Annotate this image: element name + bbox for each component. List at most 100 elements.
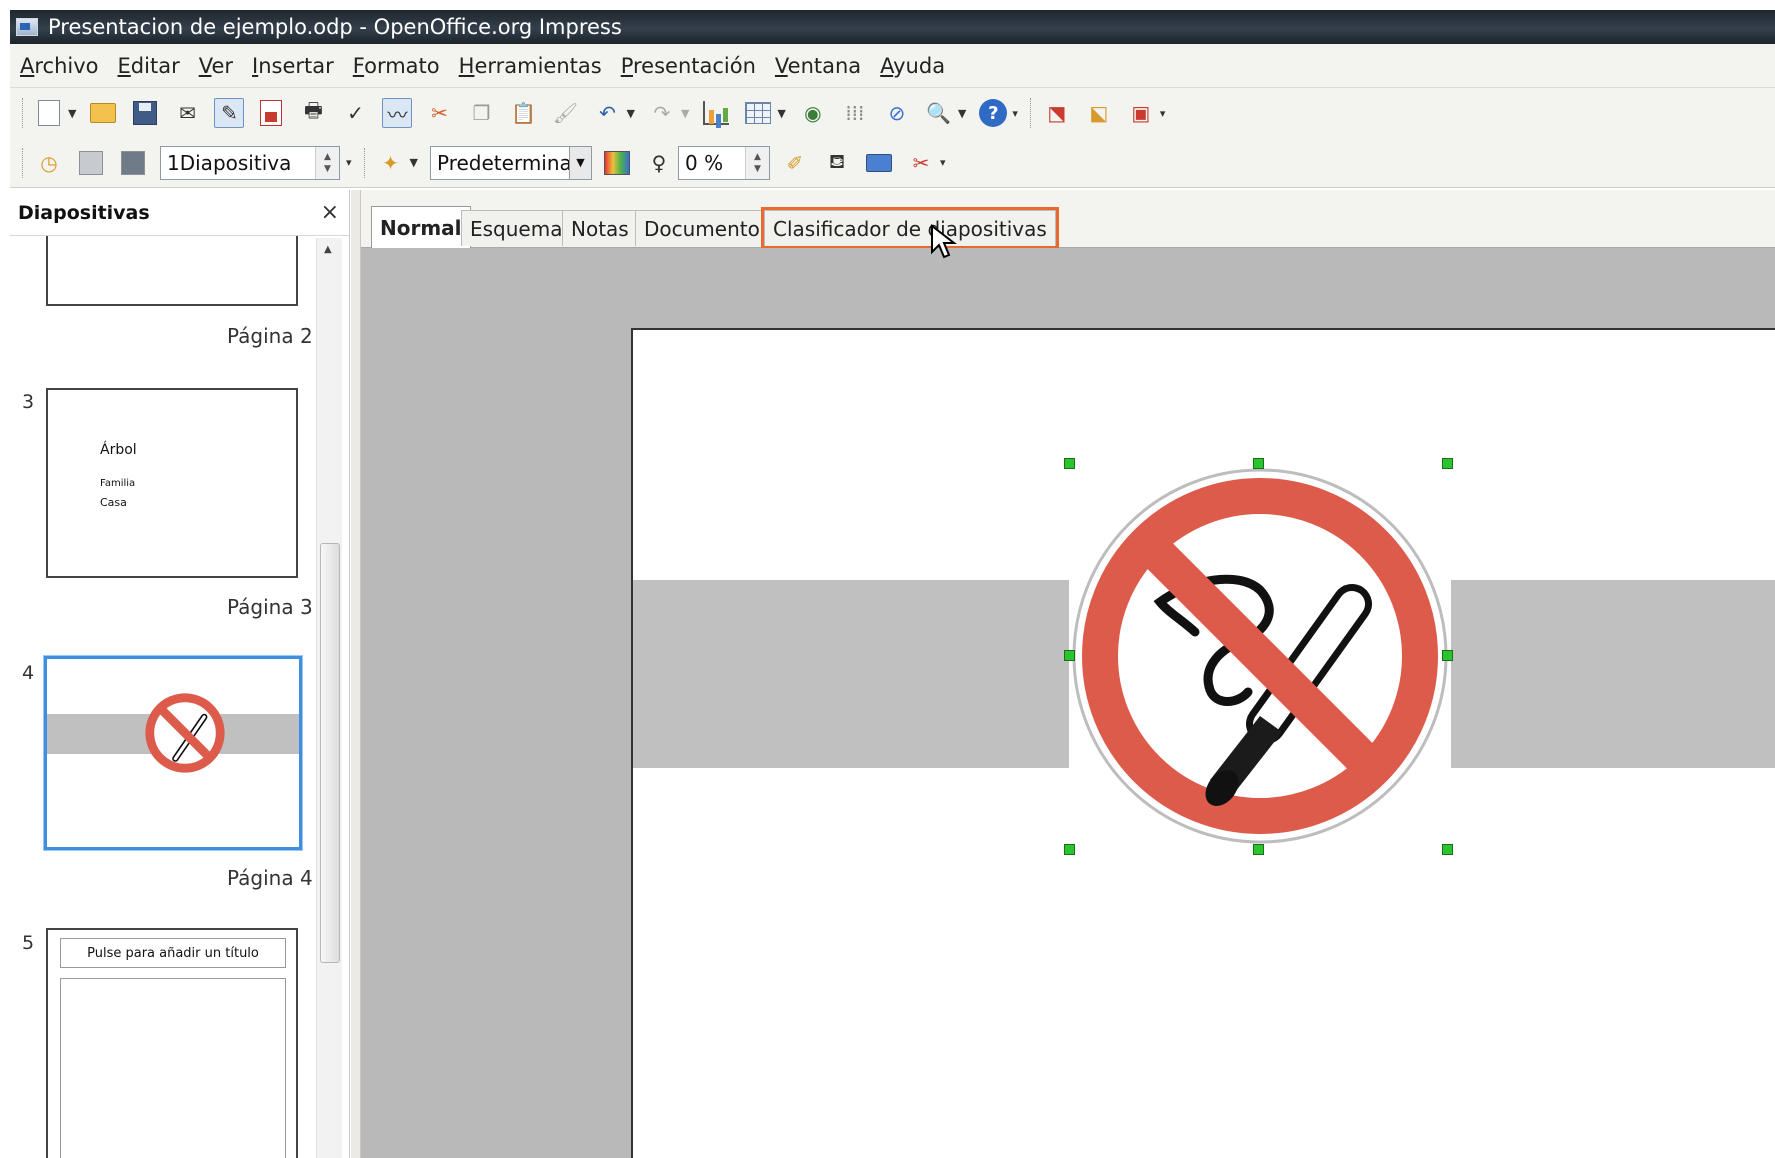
- zoom-button[interactable]: 🔍: [924, 98, 954, 128]
- style-dropdown-button[interactable]: ▼: [569, 146, 591, 179]
- line-button[interactable]: ✐: [780, 148, 810, 178]
- tab-normal[interactable]: Normal: [371, 206, 471, 248]
- selection-handle-middle-left[interactable]: [1064, 650, 1075, 661]
- color-button[interactable]: [602, 148, 632, 178]
- toolbar2-options-arrow[interactable]: ▾: [346, 156, 352, 169]
- menu-insertar[interactable]: Insertar: [252, 54, 334, 78]
- slides-scroll-thumb[interactable]: [320, 543, 340, 963]
- transparency-field[interactable]: 0 % ▲ ▼: [678, 145, 770, 180]
- slide-selector[interactable]: 1Diapositiva ▲ ▼: [160, 145, 340, 180]
- toolbar1-options-arrow[interactable]: ▾: [1012, 107, 1018, 120]
- menu-archivo[interactable]: Archivo: [20, 54, 99, 78]
- slide-transition-button[interactable]: ◷: [34, 148, 64, 178]
- toolbar-grip[interactable]: [22, 98, 24, 128]
- menu-presentacion[interactable]: Presentación: [621, 54, 756, 78]
- edit-file-button[interactable]: ✎: [214, 98, 245, 128]
- zoom-dropdown-arrow[interactable]: ▼: [958, 107, 966, 120]
- redo-button[interactable]: ↷: [647, 98, 677, 128]
- navigator-button[interactable]: ⊘: [882, 98, 912, 128]
- format-paintbrush-button[interactable]: 🖌: [550, 98, 580, 128]
- slide-edit-area[interactable]: [361, 248, 1775, 1158]
- table-dropdown-arrow[interactable]: ▼: [777, 107, 785, 120]
- insert-table-button[interactable]: [743, 98, 773, 128]
- slide-gray-band-right[interactable]: [1451, 580, 1775, 768]
- grid-button[interactable]: ⁞⁞⁞: [840, 98, 870, 128]
- print-button[interactable]: 🖶: [298, 98, 328, 128]
- copy-button[interactable]: ❐: [466, 98, 496, 128]
- menu-ver[interactable]: Ver: [199, 54, 233, 78]
- menu-ventana[interactable]: Ventana: [775, 54, 861, 78]
- save-button[interactable]: [130, 98, 160, 128]
- shadow-button[interactable]: [864, 148, 894, 178]
- selection-handle-bottom-right[interactable]: [1442, 844, 1453, 855]
- open-button[interactable]: [88, 98, 118, 128]
- cut-button[interactable]: ✂: [424, 98, 454, 128]
- scroll-up-arrow[interactable]: ▲: [324, 244, 332, 255]
- close-panel-button[interactable]: ×: [321, 200, 339, 225]
- autospellcheck-button[interactable]: 〰: [382, 98, 413, 128]
- impress-app-icon: [16, 18, 38, 36]
- undo-dropdown-arrow[interactable]: ▼: [626, 107, 634, 120]
- new-document-button[interactable]: [34, 98, 64, 128]
- current-slide-canvas[interactable]: [631, 328, 1775, 1158]
- thumb-text-familia: Familia: [100, 478, 136, 489]
- transparency-button[interactable]: ♀: [644, 148, 674, 178]
- slide-thumbnail-2[interactable]: [46, 236, 298, 306]
- selection-handle-bottom-center[interactable]: [1253, 844, 1264, 855]
- toolbar2-grip[interactable]: [22, 147, 24, 178]
- send-email-button[interactable]: ✉: [172, 98, 202, 128]
- toolbar2b-options-arrow[interactable]: ▾: [940, 156, 946, 169]
- slide-thumbnail-5[interactable]: Pulse para añadir un título: [46, 928, 298, 1158]
- transparency-spinner[interactable]: ▲ ▼: [745, 146, 769, 179]
- effects-button[interactable]: ✦: [376, 148, 406, 178]
- mouse-pointer-icon: [931, 224, 957, 259]
- folder-open-icon: [90, 103, 117, 123]
- new-dropdown-arrow[interactable]: ▼: [68, 107, 76, 120]
- fill-button[interactable]: ⛾: [822, 148, 852, 178]
- effects-dropdown-arrow[interactable]: ▼: [410, 156, 418, 169]
- style-dropdown-value: Predeterminad: [437, 150, 585, 175]
- toolbar-separator: [1029, 98, 1032, 128]
- crop-button[interactable]: ✂: [906, 148, 936, 178]
- no-smoking-sign-image[interactable]: [1069, 462, 1451, 850]
- slides-panel-scrollbar[interactable]: ▲: [316, 238, 342, 1158]
- selection-handle-top-right[interactable]: [1442, 458, 1453, 469]
- slide-layout-button[interactable]: [76, 148, 106, 178]
- menu-ayuda[interactable]: Ayuda: [880, 54, 945, 78]
- slide-selector-spinner[interactable]: ▲ ▼: [315, 146, 339, 179]
- menu-herramientas[interactable]: Herramientas: [459, 54, 602, 78]
- menu-formato[interactable]: Formato: [353, 54, 440, 78]
- selection-handle-top-left[interactable]: [1064, 458, 1075, 469]
- panel-splitter[interactable]: [351, 190, 361, 1158]
- spellcheck-button[interactable]: ✓: [340, 98, 370, 128]
- slide-thumbnail-3[interactable]: Árbol Familia Casa: [46, 388, 298, 578]
- clipboard-icon: 📋: [511, 101, 536, 125]
- tab-esquema[interactable]: Esquema: [461, 210, 572, 246]
- tab-documento[interactable]: Documento: [635, 210, 769, 246]
- menu-editar[interactable]: Editar: [118, 54, 180, 78]
- toolbar1b-options-arrow[interactable]: ▾: [1160, 107, 1166, 120]
- tab-clasificador-de-diapositivas[interactable]: Clasificador de diapositivas: [761, 207, 1059, 249]
- slide-thumbnail-4-selected[interactable]: [44, 656, 302, 850]
- display-views-button[interactable]: ◉: [798, 98, 828, 128]
- slide-design-button[interactable]: [118, 148, 148, 178]
- slide-show-button[interactable]: ⬔: [1042, 98, 1072, 128]
- presentation-button[interactable]: ▣: [1126, 98, 1156, 128]
- export-pdf-button[interactable]: [256, 98, 286, 128]
- tab-notas[interactable]: Notas: [562, 210, 638, 246]
- custom-animation-button[interactable]: ⬕: [1084, 98, 1114, 128]
- pdf-icon: [260, 100, 283, 126]
- help-button[interactable]: ?: [978, 98, 1008, 128]
- paste-button[interactable]: 📋: [508, 98, 538, 128]
- redo-dropdown-arrow[interactable]: ▼: [681, 107, 689, 120]
- style-dropdown[interactable]: Predeterminad ▼: [430, 145, 592, 180]
- slide-gray-band-left[interactable]: [633, 580, 1069, 768]
- menu-bar: Archivo Editar Ver Insertar Formato Herr…: [10, 44, 1775, 88]
- selection-handle-middle-right[interactable]: [1442, 650, 1453, 661]
- selection-handle-top-center[interactable]: [1253, 458, 1264, 469]
- paintbrush-icon: 🖌: [552, 101, 579, 125]
- undo-button[interactable]: ↶: [592, 98, 622, 128]
- insert-chart-button[interactable]: [701, 98, 731, 128]
- selection-handle-bottom-left[interactable]: [1064, 844, 1075, 855]
- crop-icon: ✂: [912, 150, 930, 175]
